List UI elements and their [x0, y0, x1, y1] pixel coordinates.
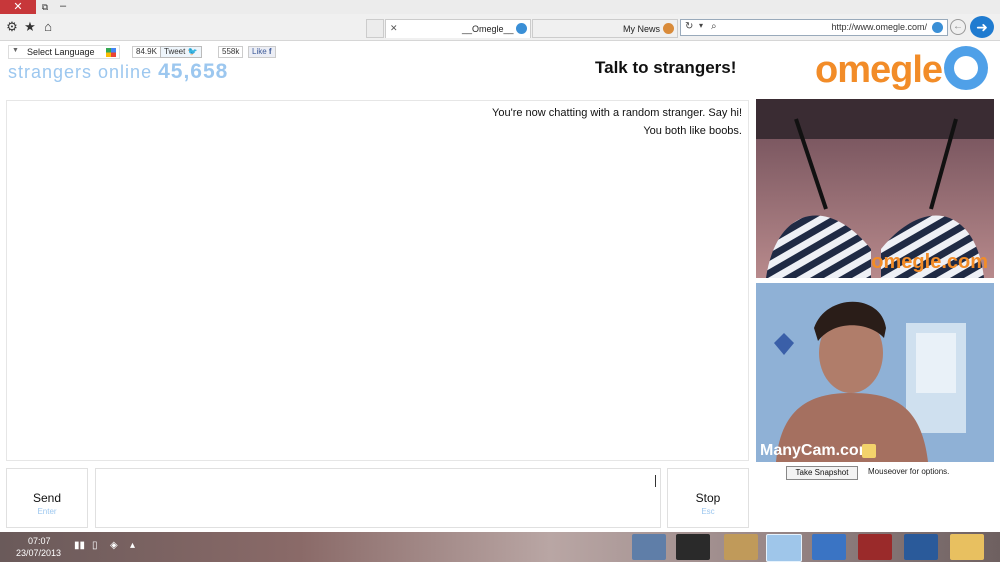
- tab-my-news[interactable]: My News: [532, 19, 678, 38]
- gear-icon[interactable]: ⚙: [4, 19, 20, 35]
- tweet-label: Tweet: [164, 47, 186, 56]
- forward-button[interactable]: ←: [950, 19, 966, 35]
- taskbar-media-icon[interactable]: [858, 534, 892, 560]
- facebook-icon: f: [268, 47, 272, 56]
- stranger-video-watermark: omegle.com: [871, 251, 988, 273]
- back-button[interactable]: ➜: [970, 16, 994, 38]
- online-number: 45,658: [158, 60, 229, 83]
- clock-date[interactable]: 23/07/2013: [16, 548, 61, 558]
- taskbar-ie-icon[interactable]: [766, 534, 802, 562]
- chat-message: You both like boobs.: [643, 125, 742, 137]
- like-button[interactable]: Like f: [248, 46, 276, 58]
- tweet-button[interactable]: Tweet 🐦: [160, 46, 202, 58]
- stranger-video[interactable]: omegle.com: [756, 99, 994, 278]
- tagline: Talk to strangers!: [595, 58, 737, 77]
- signal-icon[interactable]: ▮▮: [74, 540, 85, 551]
- self-video-frame: [756, 283, 994, 462]
- omegle-logo[interactable]: omegle: [815, 48, 943, 92]
- tab-label: My News: [623, 24, 661, 34]
- taskbar-explorer-icon[interactable]: [632, 534, 666, 560]
- chevron-down-icon: ▼: [12, 47, 19, 54]
- clock-time[interactable]: 07:07: [28, 536, 51, 546]
- window-minimize-button[interactable]: –: [54, 0, 72, 14]
- title-bar: [0, 0, 1000, 14]
- tab-close-icon[interactable]: ✕: [390, 23, 398, 34]
- tab-omegle[interactable]: ✕ __Omegle__: [385, 19, 531, 38]
- url-text: http://www.omegle.com/: [831, 22, 927, 32]
- tab-label: __Omegle__: [462, 24, 514, 34]
- home-icon[interactable]: ⌂: [40, 19, 56, 35]
- taskbar-app-13-icon[interactable]: [676, 534, 710, 560]
- language-label: Select Language: [27, 47, 95, 57]
- window-restore-button[interactable]: ⧉: [36, 0, 54, 14]
- new-tab-button[interactable]: [366, 19, 384, 38]
- address-bar[interactable]: ↻ ▾ ⌕ http://www.omegle.com/: [680, 19, 948, 36]
- chevron-up-icon[interactable]: ▴: [130, 540, 135, 551]
- taskbar: [0, 532, 1000, 562]
- twitter-bird-icon: 🐦: [187, 47, 198, 56]
- tweet-count: 84.9K: [132, 46, 161, 58]
- send-hint: Enter: [37, 507, 57, 516]
- send-label: Send: [32, 491, 62, 505]
- taskbar-paint-icon[interactable]: [724, 534, 758, 560]
- refresh-icon[interactable]: ↻: [685, 21, 693, 32]
- text-caret: [655, 475, 656, 487]
- chat-input[interactable]: [95, 468, 661, 528]
- stop-label: Stop: [695, 491, 721, 505]
- taskbar-mail-icon[interactable]: [812, 534, 846, 560]
- omegle-logo-icon-inner: [954, 56, 978, 80]
- battery-icon[interactable]: ▯: [92, 540, 98, 551]
- chat-message: You're now chatting with a random strang…: [492, 107, 742, 119]
- ie-page-icon: [932, 22, 943, 33]
- take-snapshot-button[interactable]: Take Snapshot: [786, 466, 858, 480]
- like-count: 558k: [218, 46, 244, 58]
- self-video[interactable]: ManyCam.com: [756, 283, 994, 462]
- manycam-watermark: ManyCam.com: [760, 442, 873, 459]
- stop-hint: Esc: [701, 507, 715, 516]
- stop-button[interactable]: Stop Esc: [667, 468, 749, 528]
- chat-log: You're now chatting with a random strang…: [6, 100, 749, 461]
- like-label: Like: [252, 47, 267, 56]
- antivirus-icon[interactable]: ◈: [110, 540, 118, 551]
- ie-page-icon: [516, 23, 527, 34]
- google-logo-icon: [106, 48, 116, 57]
- chevron-down-icon[interactable]: ▾: [699, 21, 703, 30]
- manycam-logo-icon: [862, 444, 876, 458]
- taskbar-network-icon[interactable]: [904, 534, 938, 560]
- language-selector[interactable]: ▼ Select Language: [8, 45, 120, 59]
- online-label: strangers online: [8, 62, 153, 82]
- online-counter: strangers online 45,658: [8, 60, 228, 84]
- star-icon[interactable]: ★: [22, 19, 38, 35]
- search-icon[interactable]: ⌕: [711, 21, 717, 32]
- mouseover-hint: Mouseover for options.: [868, 467, 950, 476]
- news-page-icon: [663, 23, 674, 34]
- window-close-button[interactable]: ✕: [0, 0, 36, 14]
- send-button[interactable]: Send Enter: [6, 468, 88, 528]
- taskbar-folder-icon[interactable]: [950, 534, 984, 560]
